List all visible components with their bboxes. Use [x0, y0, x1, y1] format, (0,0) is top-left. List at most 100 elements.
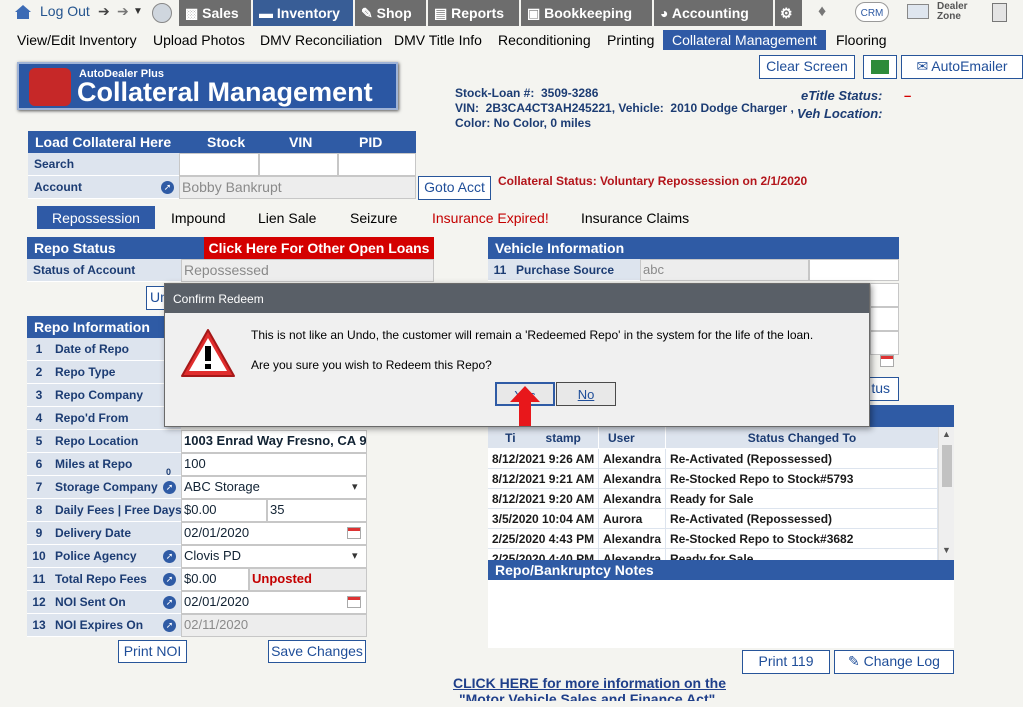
finance-act-link[interactable]: CLICK HERE for more information on the	[453, 675, 726, 691]
search-label: Search	[28, 153, 179, 176]
vin-search-input[interactable]	[259, 153, 338, 176]
subnav-printing[interactable]: Printing	[607, 30, 654, 50]
col-stock: Stock	[207, 134, 246, 150]
account-lookup-icon[interactable]: ➚	[161, 181, 174, 194]
repo-row-lookup-icon[interactable]: ➚	[163, 550, 176, 563]
history-cell-time: 8/12/2021 9:21 AM	[488, 469, 599, 489]
repo-row-label: 1 Date of Repo	[27, 338, 181, 361]
repo-row-input[interactable]: $0.00	[181, 568, 249, 591]
repo-row-input-2: Unposted	[249, 568, 367, 591]
repo-row-input[interactable]: 02/11/2020	[181, 614, 367, 637]
chevron-down-icon[interactable]: ▾	[352, 480, 358, 493]
history-cell-time: 2/25/2020 4:43 PM	[488, 529, 599, 549]
scroll-down-icon[interactable]: ▼	[942, 545, 951, 555]
repo-row-input[interactable]: 02/01/2020	[181, 522, 367, 545]
repo-row-input[interactable]: $0.00	[181, 499, 267, 522]
back-arrow-icon[interactable]: ➔	[98, 3, 110, 20]
tab-impound[interactable]: Impound	[171, 206, 225, 229]
repo-row-input[interactable]: Clovis PD	[181, 545, 367, 568]
no-button[interactable]: No	[556, 382, 616, 406]
print-noi-button[interactable]: Print NOI	[118, 640, 187, 663]
nav-accounting[interactable]: ◕ Accounting	[654, 0, 773, 26]
notes-textarea[interactable]	[488, 580, 954, 648]
history-cell-user: Alexandra	[599, 529, 666, 549]
repo-row-label: 11 Total Repo Fees	[27, 568, 181, 591]
subnav-view-edit-inventory[interactable]: View/Edit Inventory	[17, 30, 137, 50]
print-119-button[interactable]: Print 119	[742, 650, 830, 674]
repo-row-label-text: Repo'd From	[55, 411, 129, 425]
calendar-icon[interactable]	[347, 596, 361, 608]
repo-row-label: 4 Repo'd From	[27, 407, 181, 430]
pid-search-input[interactable]	[338, 153, 416, 176]
veh-location-label: Veh Location:	[797, 106, 883, 121]
repo-row-input[interactable]: 02/01/2020	[181, 591, 367, 614]
subnav-upload-photos[interactable]: Upload Photos	[153, 30, 245, 50]
goto-acct-button[interactable]: Goto Acct	[418, 176, 491, 200]
repo-row-input[interactable]: 100	[181, 453, 367, 476]
calculator-icon[interactable]	[992, 3, 1007, 22]
repo-row-input-2[interactable]: 35	[267, 499, 367, 522]
repo-row-input[interactable]: 1003 Enrad Way Fresno, CA 9	[181, 430, 367, 453]
tab-insurance-claims[interactable]: Insurance Claims	[581, 206, 689, 229]
stock-search-input[interactable]	[179, 153, 259, 176]
app-logo: AutoDealer Plus Collateral Management	[17, 62, 398, 110]
history-scrollbar[interactable]: ▲ ▼	[938, 427, 954, 560]
nav-shop[interactable]: ✎ Shop	[355, 0, 426, 26]
repo-row-lookup-icon[interactable]: ➚	[163, 596, 176, 609]
repo-row-number: 8	[35, 503, 43, 517]
nav-sales[interactable]: ▩ Sales	[179, 0, 251, 26]
tab-repossession[interactable]: Repossession	[37, 206, 155, 229]
repo-row-number: 10	[32, 549, 46, 563]
logout-link[interactable]: Log Out	[40, 3, 90, 19]
status-of-account-value: Repossessed	[181, 259, 434, 282]
scroll-thumb[interactable]	[942, 445, 952, 487]
repo-row-lookup-icon[interactable]: ➚	[163, 481, 176, 494]
nav-sales-label: Sales	[202, 5, 239, 21]
other-open-loans-button[interactable]: Click Here For Other Open Loans	[204, 237, 434, 259]
vehicle-info-cell-row2	[870, 283, 899, 307]
repo-row-number: 7	[35, 480, 43, 494]
repo-row-label-text: Repo Company	[55, 388, 144, 402]
etitle-status-label: eTitle Status:	[801, 88, 883, 103]
tab-lien-sale[interactable]: Lien Sale	[258, 206, 316, 229]
chevron-down-icon[interactable]: ▾	[352, 549, 358, 562]
history-cell-user: Alexandra	[599, 489, 666, 509]
repo-row-lookup-icon[interactable]: ➚	[163, 619, 176, 632]
tab-insurance-expired[interactable]: Insurance Expired!	[432, 206, 549, 229]
finance-act-link-2[interactable]: "Motor Vehicle Sales and Finance Act"	[459, 691, 715, 701]
nav-bookkeeping[interactable]: ▣ Bookkeeping	[521, 0, 652, 26]
subnav-collateral-management[interactable]: Collateral Management	[663, 30, 826, 50]
subnav-dmv-title-info[interactable]: DMV Title Info	[394, 30, 482, 50]
nav-inventory[interactable]: ▬ Inventory	[253, 0, 353, 26]
repo-row-label: 3 Repo Company	[27, 384, 181, 407]
history-dropdown-icon[interactable]: ▼	[133, 6, 143, 17]
scroll-up-icon[interactable]: ▲	[942, 429, 951, 439]
autoemailer-button[interactable]: ✉ AutoEmailer	[901, 55, 1023, 79]
repo-row-input[interactable]: ABC Storage	[181, 476, 367, 499]
subnav-dmv-reconciliation[interactable]: DMV Reconciliation	[260, 30, 382, 50]
subnav-flooring[interactable]: Flooring	[836, 30, 887, 50]
bell-icon[interactable]: ♦	[818, 3, 826, 21]
clear-screen-button[interactable]: Clear Screen	[759, 55, 855, 79]
save-changes-button[interactable]: Save Changes	[268, 640, 366, 663]
color-miles-text: Color: No Color, 0 miles	[455, 116, 592, 130]
subnav-reconditioning[interactable]: Reconditioning	[498, 30, 591, 50]
purchase-source-input[interactable]: abc	[640, 259, 809, 281]
dealer-zone-link[interactable]: Dealer Zone	[937, 2, 973, 22]
tab-seizure[interactable]: Seizure	[350, 206, 397, 229]
settings-button[interactable]: ⚙	[775, 0, 802, 26]
repo-row-lookup-icon[interactable]: ➚	[163, 573, 176, 586]
vehicle-calendar-icon[interactable]	[880, 355, 894, 367]
avatar-icon[interactable]	[152, 3, 172, 23]
account-input[interactable]: Bobby Bankrupt	[179, 176, 416, 199]
nav-reports[interactable]: ▤ Reports	[428, 0, 519, 26]
export-excel-button[interactable]	[863, 55, 897, 79]
crm-button[interactable]: CRM	[855, 2, 889, 22]
calendar-icon[interactable]	[347, 527, 361, 539]
forward-arrow-icon[interactable]: ➔	[117, 3, 129, 20]
pie-chart-icon: ◕	[660, 5, 672, 21]
home-icon[interactable]	[14, 4, 32, 20]
spreadsheet-icon	[871, 60, 889, 74]
change-log-button[interactable]: ✎ Change Log	[834, 650, 954, 674]
dealer-zone-icon[interactable]	[907, 4, 929, 19]
